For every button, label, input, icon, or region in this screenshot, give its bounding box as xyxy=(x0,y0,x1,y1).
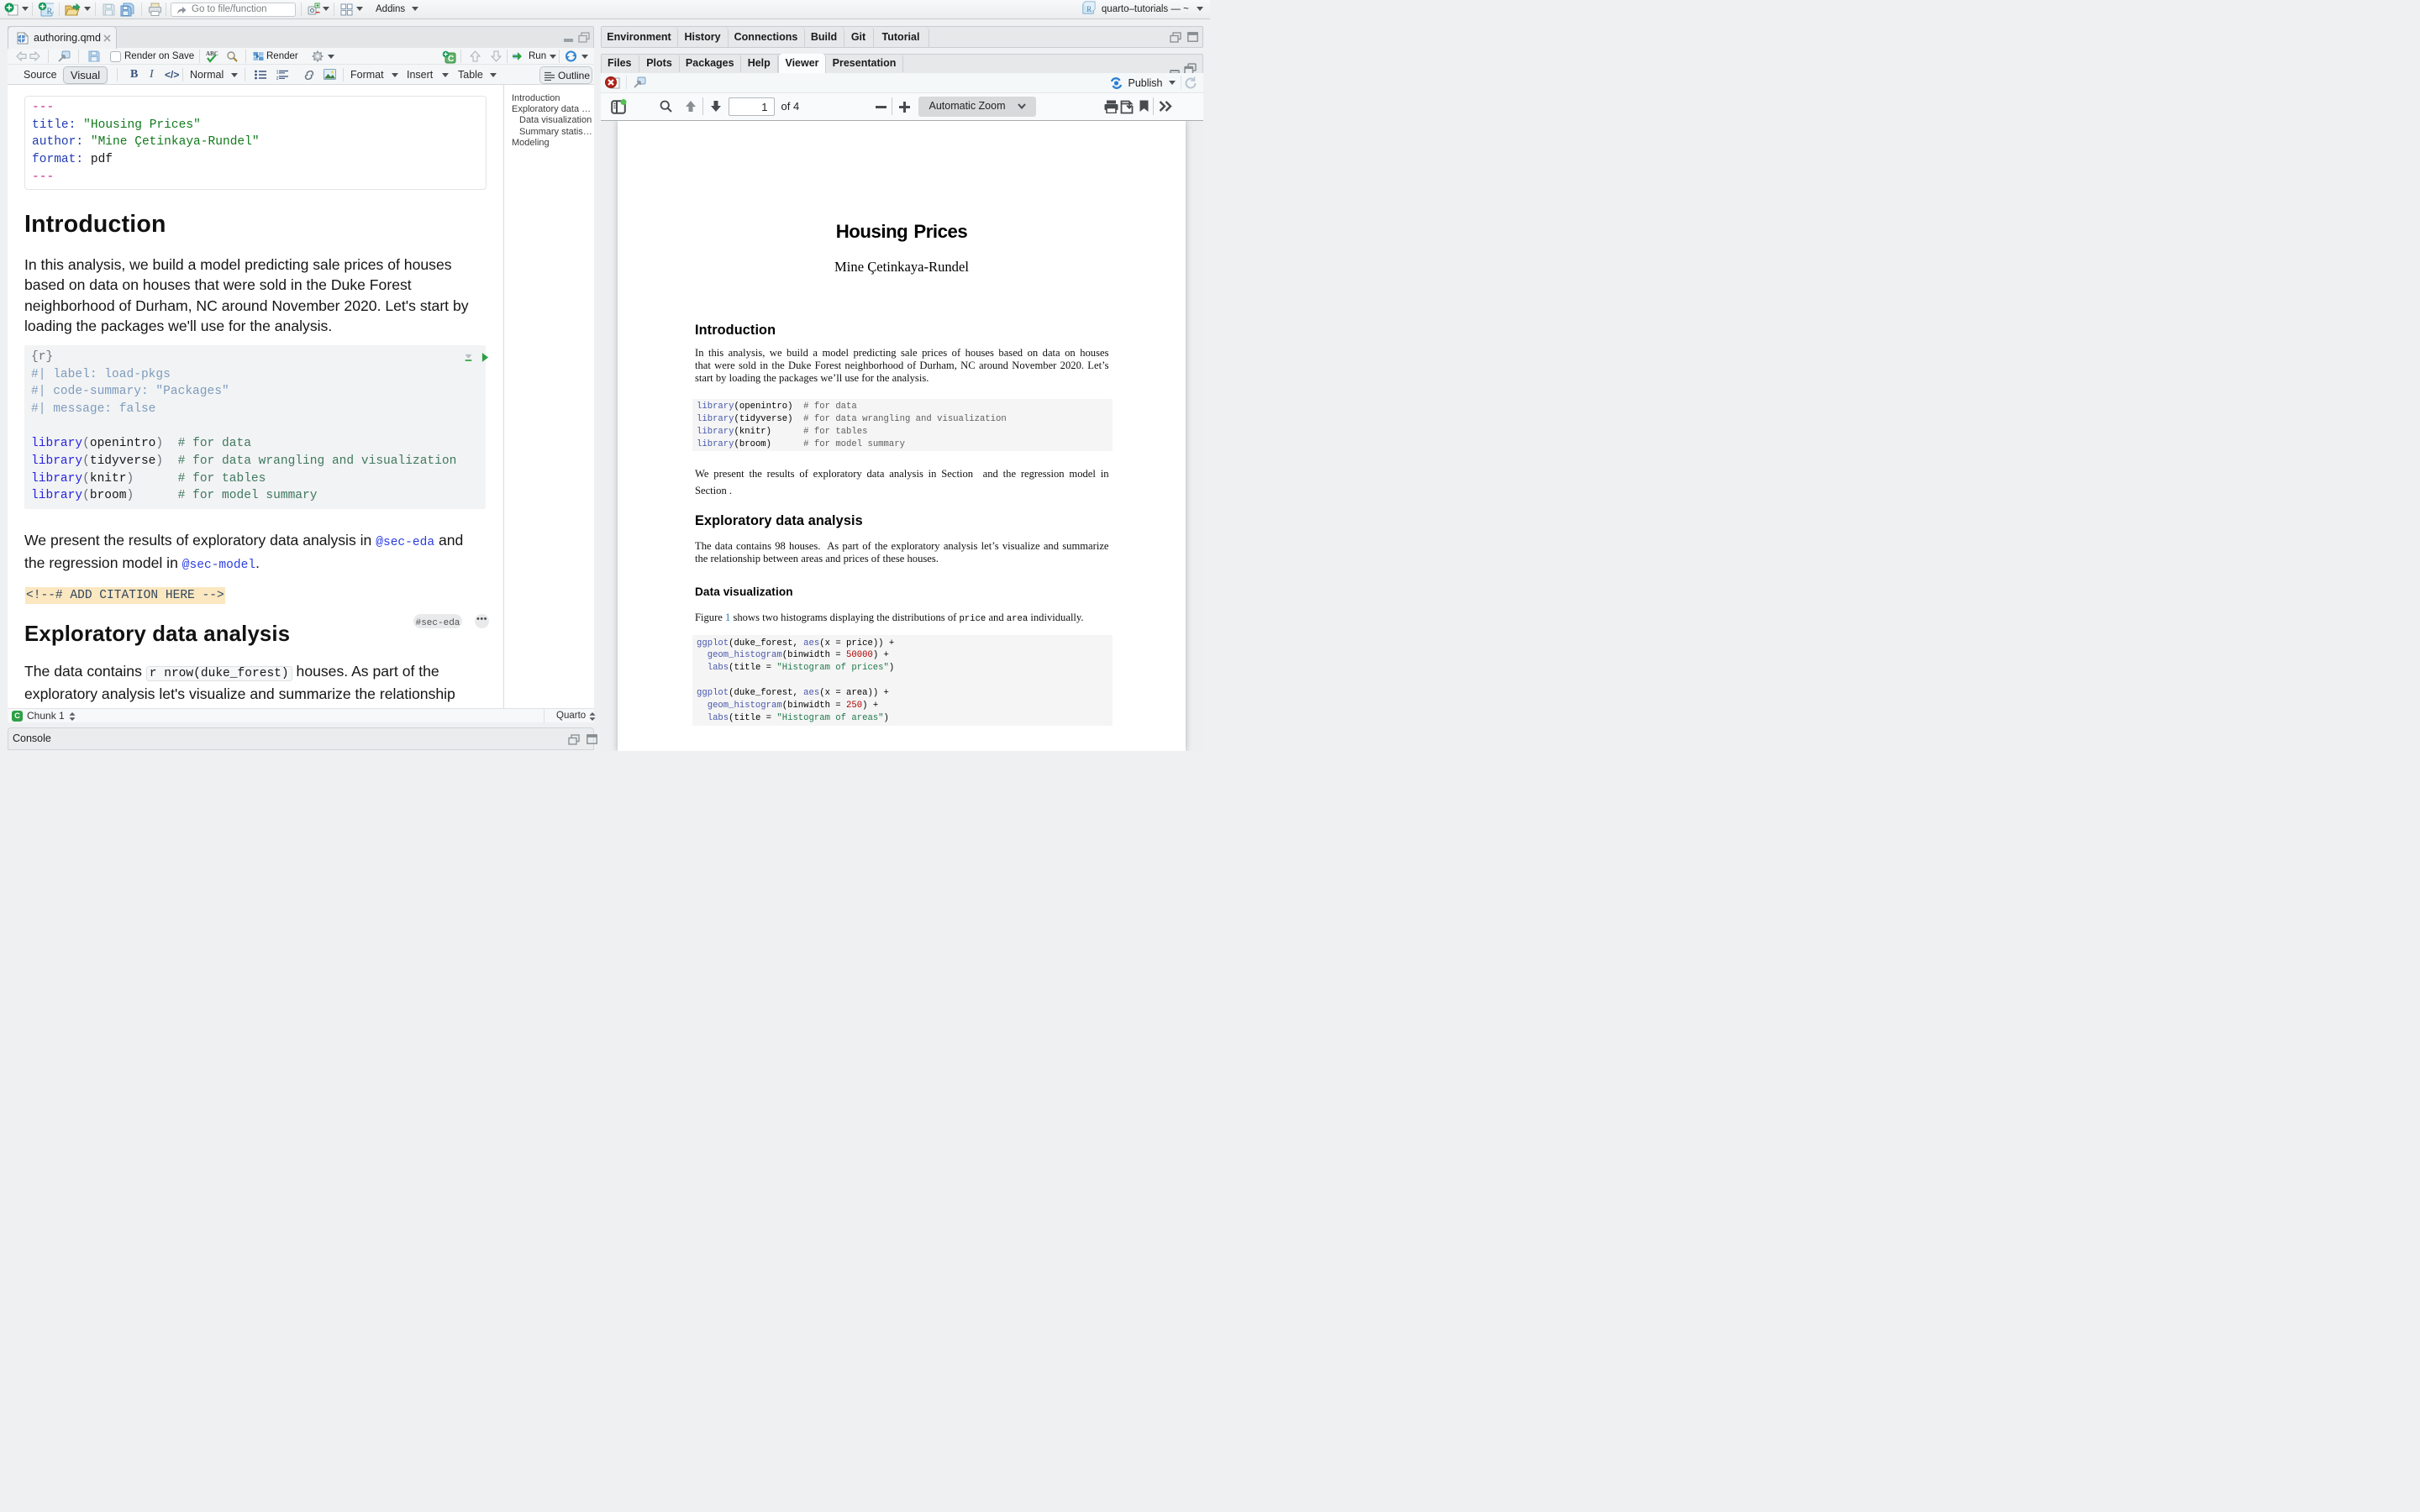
svg-text:R: R xyxy=(1086,5,1092,13)
svg-text:ABC: ABC xyxy=(206,50,218,57)
svg-text:R: R xyxy=(47,8,53,17)
svg-text:1: 1 xyxy=(276,71,279,76)
svg-text:C: C xyxy=(448,55,454,64)
svg-text:2: 2 xyxy=(276,76,279,80)
